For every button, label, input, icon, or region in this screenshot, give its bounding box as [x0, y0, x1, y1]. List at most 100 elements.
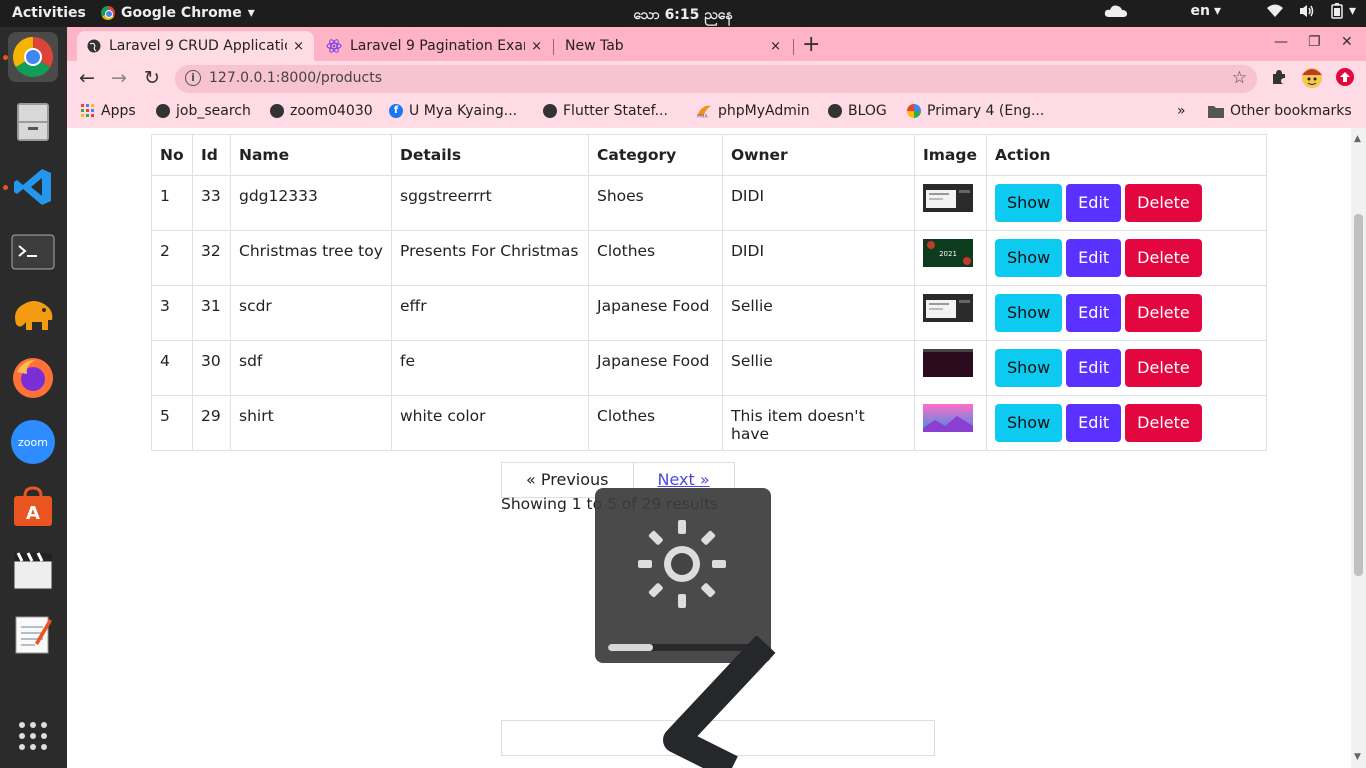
show-button[interactable]: Show [995, 349, 1063, 387]
delete-button[interactable]: Delete [1125, 349, 1202, 387]
dock-chrome[interactable] [8, 32, 58, 82]
app-name: Google Chrome [121, 5, 242, 21]
software-store-icon: A [14, 486, 52, 526]
table-row: 1 33 gdg12333 sggstreerrrt Shoes DIDI Show Edit… [151, 175, 1267, 231]
cell-actions: Show Edit Delete [986, 340, 1267, 396]
dock-video-editor[interactable] [8, 545, 58, 595]
bookmark-label: Other bookmarks [1230, 103, 1352, 119]
dock-firefox[interactable] [8, 353, 58, 403]
show-applications-button[interactable] [8, 711, 58, 761]
bookmark-label: Primary 4 (Eng... [927, 103, 1045, 119]
bookmarks-overflow-button[interactable]: » [1177, 103, 1186, 119]
scroll-up-arrow[interactable]: ▲ [1354, 134, 1361, 144]
bookmark-apps[interactable]: Apps [81, 103, 136, 119]
column-header: Details [391, 134, 589, 176]
bookmark-label: U Mya Kyaing... [409, 103, 518, 119]
tab-close-button[interactable]: × [531, 39, 542, 54]
terminal-icon [11, 234, 55, 270]
tab-new-tab[interactable]: New Tab × [555, 31, 791, 61]
clapperboard-icon [13, 552, 53, 590]
cell-category: Shoes [588, 175, 723, 231]
scroll-down-arrow[interactable]: ▼ [1354, 752, 1361, 762]
show-button[interactable]: Show [995, 184, 1063, 222]
cell-actions: Show Edit Delete [986, 395, 1267, 451]
bookmark-phpmyadmin[interactable]: PMA phpMyAdmin [696, 103, 810, 119]
other-bookmarks-folder[interactable]: Other bookmarks [1208, 103, 1352, 119]
globe-icon [828, 104, 842, 118]
folder-icon [1208, 105, 1224, 118]
cell-id: 31 [192, 285, 231, 341]
file-cabinet-icon [17, 103, 49, 141]
dock-files[interactable] [8, 97, 58, 147]
delete-button[interactable]: Delete [1125, 294, 1202, 332]
minimize-button[interactable]: — [1274, 34, 1288, 50]
tab-close-button[interactable]: × [770, 39, 781, 54]
edit-button[interactable]: Edit [1066, 239, 1122, 277]
profile-avatar-icon[interactable] [1301, 67, 1323, 89]
table-row: 5 29 shirt white color Clothes This item does… [151, 395, 1267, 451]
tab-close-button[interactable]: × [293, 39, 304, 54]
dock: zoom A [0, 27, 67, 768]
edit-button[interactable]: Edit [1066, 349, 1122, 387]
dock-elephant[interactable] [8, 289, 58, 339]
system-tray[interactable]: en ▾ ▾ [1104, 3, 1356, 19]
bookmark-blog[interactable]: BLOG [828, 103, 887, 119]
update-arrow-icon[interactable] [1335, 67, 1355, 87]
forward-button[interactable]: → [111, 67, 127, 89]
cell-actions: Show Edit Delete [986, 285, 1267, 341]
show-button[interactable]: Show [995, 404, 1063, 442]
delete-button[interactable]: Delete [1125, 404, 1202, 442]
tab-laravel-pagination[interactable]: Laravel 9 Pagination Exam × [316, 31, 552, 61]
bookmark-zoom04030[interactable]: zoom04030 [270, 103, 373, 119]
bookmark-job-search[interactable]: job_search [156, 103, 251, 119]
site-info-icon[interactable]: i [185, 70, 201, 86]
system-top-bar: Activities Google Chrome ▾ သော 6:15 ညနေ … [0, 0, 1366, 27]
url-text[interactable]: 127.0.0.1:8000/products [209, 70, 382, 86]
language-indicator[interactable]: en [1190, 3, 1209, 19]
zoom-icon: zoom [11, 420, 55, 464]
table-row: 2 32 Christmas tree toy Presents For Christ… [151, 230, 1267, 286]
edit-button[interactable]: Edit [1066, 404, 1122, 442]
show-button[interactable]: Show [995, 294, 1063, 332]
bookmark-flutter[interactable]: Flutter Statef... [543, 103, 668, 119]
bookmark-primary-4[interactable]: Primary 4 (Eng... [907, 103, 1044, 119]
react-atom-icon [326, 39, 342, 53]
cell-no: 2 [151, 230, 193, 286]
app-menu[interactable]: Google Chrome ▾ [101, 5, 255, 21]
bookmark-star-icon[interactable]: ☆ [1232, 68, 1247, 88]
tab-title: Laravel 9 Pagination Exam [350, 38, 526, 54]
back-button[interactable]: ← [79, 67, 95, 89]
column-header: No [151, 134, 193, 176]
dock-vscode[interactable] [8, 162, 58, 212]
delete-button[interactable]: Delete [1125, 184, 1202, 222]
dock-software-center[interactable]: A [8, 482, 58, 532]
address-bar[interactable]: i 127.0.0.1:8000/products ☆ [175, 65, 1257, 93]
activities-button[interactable]: Activities [12, 5, 86, 21]
edit-button[interactable]: Edit [1066, 294, 1122, 332]
bookmark-u-mya-kyaing[interactable]: f U Mya Kyaing... [389, 103, 517, 119]
chrome-icon [13, 37, 53, 77]
bookmark-label: Flutter Statef... [563, 103, 668, 119]
new-tab-button[interactable]: + [802, 32, 820, 57]
show-button[interactable]: Show [995, 239, 1063, 277]
maximize-button[interactable]: ❐ [1308, 34, 1321, 50]
bookmark-label: Apps [101, 103, 136, 119]
dock-terminal[interactable] [8, 227, 58, 277]
scrollbar-thumb[interactable] [1354, 214, 1363, 576]
cell-name: Christmas tree toy [230, 230, 392, 286]
mouse-cursor [663, 636, 776, 768]
delete-button[interactable]: Delete [1125, 239, 1202, 277]
page-scrollbar[interactable]: ▲ ▼ [1351, 128, 1366, 768]
bookmark-label: job_search [176, 103, 251, 119]
language-arrow: ▾ [1213, 3, 1221, 19]
dock-zoom[interactable]: zoom [8, 417, 58, 467]
tab-laravel-crud[interactable]: Laravel 9 CRUD Applicatio × [77, 31, 314, 61]
dock-text-editor[interactable] [8, 609, 58, 659]
close-window-button[interactable]: ✕ [1341, 34, 1353, 50]
extensions-puzzle-icon[interactable] [1271, 69, 1287, 85]
edit-button[interactable]: Edit [1066, 184, 1122, 222]
reload-button[interactable]: ↻ [144, 67, 160, 89]
tab-strip: Laravel 9 CRUD Applicatio × Laravel 9 Pa… [67, 27, 1366, 61]
cell-owner: Sellie [722, 340, 915, 396]
tab-title: Laravel 9 CRUD Applicatio [109, 38, 288, 54]
